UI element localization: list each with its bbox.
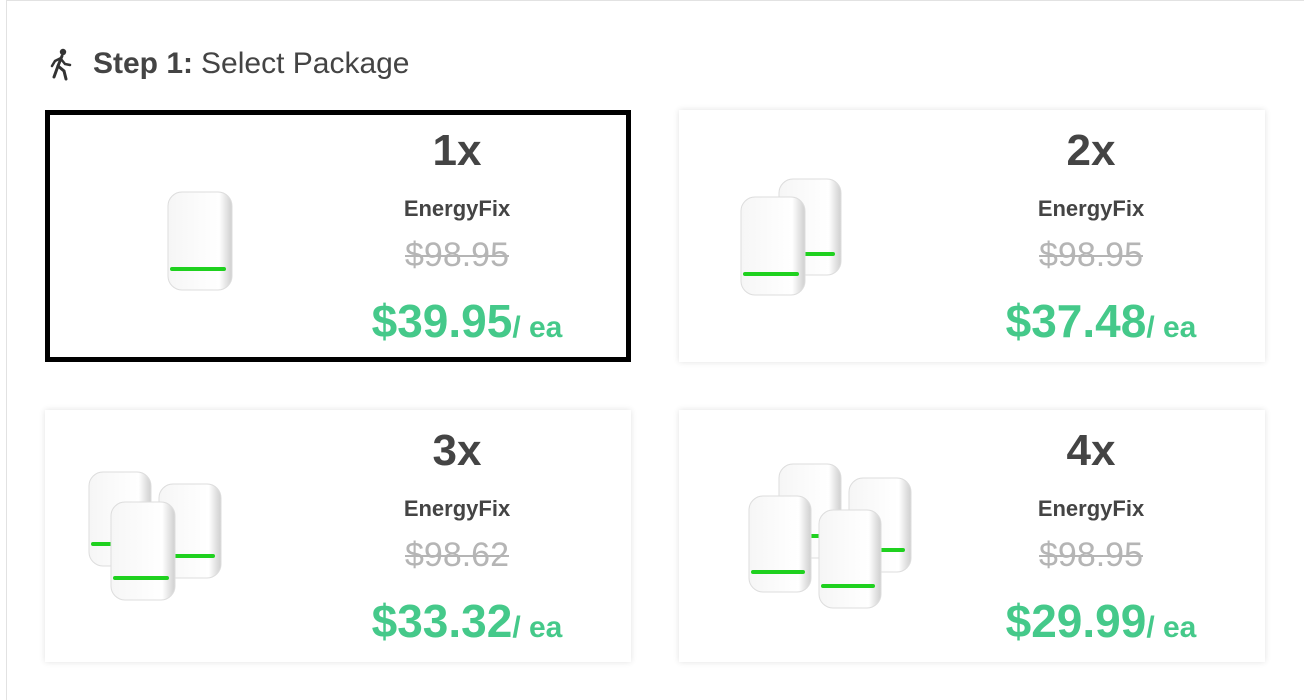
package-card-3x[interactable]: 3x EnergyFix $98.62 $33.32/ ea <box>45 410 631 662</box>
package-quantity: 3x <box>432 426 482 475</box>
product-name: EnergyFix <box>403 196 511 221</box>
package-quantity: 1x <box>432 126 482 175</box>
walking-person-icon <box>50 48 72 81</box>
original-price: $98.95 <box>405 236 509 274</box>
sale-price: $37.48/ ea <box>949 294 1253 348</box>
product-image-2-units <box>740 178 842 296</box>
package-quantity: 2x <box>1066 126 1116 175</box>
product-image-4-units <box>748 463 912 609</box>
step-header: Step 1: Select Package <box>47 44 410 84</box>
sale-price: $39.95/ ea <box>315 294 619 348</box>
package-card-1x[interactable]: 1x EnergyFix $98.95 $39.95/ ea <box>45 110 631 362</box>
sale-price-amount: $39.95 <box>371 295 513 347</box>
sale-price: $33.32/ ea <box>315 594 619 648</box>
package-card-2x[interactable]: 2x EnergyFix $98.95 $37.48/ ea <box>679 110 1265 362</box>
product-name: EnergyFix <box>403 496 511 521</box>
product-image-1-unit <box>167 191 233 291</box>
original-price: $98.95 <box>1039 536 1143 574</box>
step-title: Select Package <box>201 47 410 80</box>
product-image-3-units <box>88 471 222 601</box>
package-info: 4x EnergyFix $98.95 $29.99/ ea <box>969 410 1213 662</box>
package-info: 3x EnergyFix $98.62 $33.32/ ea <box>335 410 579 662</box>
price-unit: / ea <box>512 611 563 644</box>
package-info: 2x EnergyFix $98.95 $37.48/ ea <box>969 110 1213 362</box>
step-label: Step 1: <box>93 47 194 80</box>
sale-price-amount: $29.99 <box>1005 595 1147 647</box>
price-unit: / ea <box>1146 611 1197 644</box>
package-quantity: 4x <box>1066 426 1116 475</box>
sale-price-amount: $33.32 <box>371 595 513 647</box>
product-name: EnergyFix <box>1037 196 1145 221</box>
sale-price-amount: $37.48 <box>1005 295 1147 347</box>
original-price: $98.62 <box>405 536 509 574</box>
product-name: EnergyFix <box>1037 496 1145 521</box>
original-price: $98.95 <box>1039 236 1143 274</box>
price-unit: / ea <box>1146 311 1197 344</box>
package-info: 1x EnergyFix $98.95 $39.95/ ea <box>335 110 579 352</box>
package-card-4x[interactable]: 4x EnergyFix $98.95 $29.99/ ea <box>679 410 1265 662</box>
price-unit: / ea <box>512 311 563 344</box>
sale-price: $29.99/ ea <box>949 594 1253 648</box>
